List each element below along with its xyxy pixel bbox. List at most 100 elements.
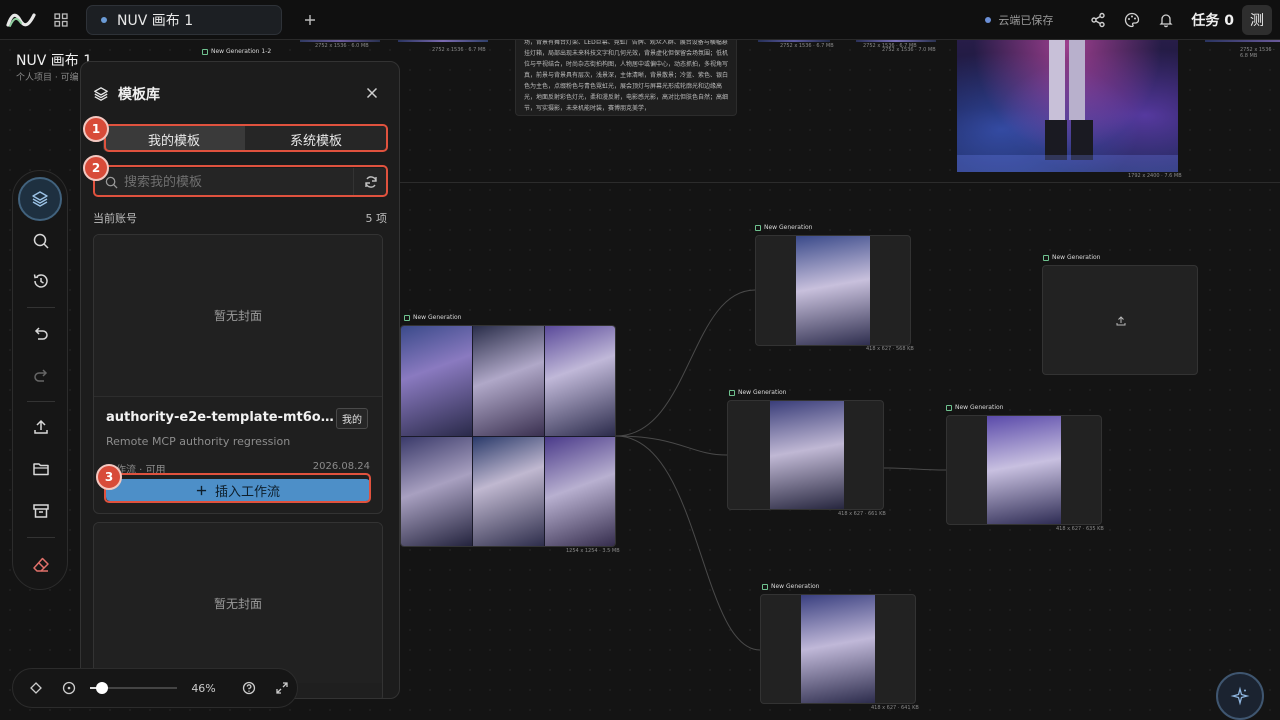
connection-line [883, 467, 947, 471]
template-date: 2026.08.24 [312, 461, 370, 472]
node-label: New Generation [1043, 254, 1100, 261]
empty-upload-node[interactable] [1042, 265, 1198, 375]
layers-icon [94, 87, 108, 101]
template-search-input[interactable] [118, 174, 353, 190]
apps-grid-button[interactable] [48, 7, 74, 33]
upload-tool-button[interactable] [19, 409, 63, 445]
undo-button[interactable] [19, 315, 63, 351]
template-cover-placeholder: 暂无封面 [94, 523, 382, 683]
image-grid-node[interactable] [400, 325, 616, 547]
redo-button[interactable] [19, 357, 63, 393]
folder-icon [33, 463, 49, 476]
template-search-box [95, 168, 387, 196]
node-label: New Generation [755, 224, 812, 231]
generated-image[interactable] [801, 595, 875, 703]
top-bar: NUV 画布 1 云端已保存 任务 0 测 [0, 0, 1280, 40]
tab-my-templates[interactable]: 我的模板 [103, 126, 245, 152]
grid-image[interactable] [401, 437, 472, 546]
image-node-icon [729, 389, 735, 396]
image-node-icon [404, 314, 410, 321]
ai-assistant-button[interactable] [1216, 672, 1264, 720]
template-title: authority-e2e-template-mt6o... [106, 410, 334, 425]
diamond-icon [29, 682, 42, 694]
save-status-dot [985, 16, 992, 23]
panel-header: 模板库 [93, 84, 160, 104]
fit-view-button[interactable] [21, 673, 50, 703]
tab-canvas[interactable]: NUV 画布 1 [86, 4, 282, 35]
annotation-marker-3: 3 [96, 464, 122, 490]
node-label: New Generation [729, 389, 786, 396]
toolbar-divider [27, 307, 55, 308]
refresh-templates-button[interactable] [353, 168, 387, 196]
annotation-marker-1: 1 [83, 116, 109, 142]
template-count: 5 项 [365, 212, 388, 225]
node-label: New Generation [404, 314, 461, 321]
image-node-icon [1043, 254, 1049, 261]
generated-image[interactable] [796, 236, 870, 345]
panel-title: 模板库 [118, 87, 160, 103]
image-node[interactable] [946, 415, 1102, 525]
template-description: Remote MCP authority regression [106, 435, 291, 448]
tab-system-templates[interactable]: 系统模板 [245, 126, 387, 152]
image-node[interactable] [760, 594, 916, 704]
help-button[interactable] [234, 673, 263, 703]
search-tool-button[interactable] [19, 223, 63, 259]
plus-icon [305, 14, 315, 25]
bell-icon [1159, 13, 1173, 27]
add-tab-button[interactable] [298, 8, 322, 32]
account-label: 当前账号 [93, 212, 137, 225]
target-icon [62, 681, 76, 695]
notifications-button[interactable] [1149, 3, 1183, 37]
share-button[interactable] [1081, 3, 1115, 37]
left-toolbar [12, 170, 68, 590]
grid-image[interactable] [401, 326, 472, 436]
image-node-icon [755, 224, 761, 231]
template-type-tabs: 我的模板 系统模板 [103, 126, 387, 152]
templates-tool-button[interactable] [18, 177, 62, 221]
layers-icon [32, 191, 48, 207]
zoom-slider-thumb[interactable] [95, 682, 108, 694]
toolbar-divider [27, 401, 55, 402]
refresh-icon [364, 176, 377, 188]
template-card[interactable]: 暂无封面 authority-e2e-template-mt6o... 我的 R… [93, 234, 383, 514]
archive-button[interactable] [19, 493, 63, 529]
plus-icon [196, 485, 207, 495]
generated-image[interactable] [987, 416, 1061, 524]
center-view-button[interactable] [54, 673, 83, 703]
archive-icon [33, 504, 49, 518]
app-logo[interactable] [4, 0, 38, 40]
close-icon [366, 87, 378, 99]
image-node[interactable] [755, 235, 911, 346]
image-node[interactable] [727, 400, 884, 510]
image-node-icon [946, 404, 952, 411]
save-status: 云端已保存 [985, 12, 1053, 28]
theme-button[interactable] [1115, 3, 1149, 37]
share-icon [1091, 12, 1106, 27]
undo-icon [34, 327, 48, 340]
user-avatar[interactable]: 测 [1242, 4, 1272, 35]
owner-badge: 我的 [336, 408, 368, 429]
image-node-icon [762, 583, 768, 590]
grid-image[interactable] [545, 326, 615, 436]
close-panel-button[interactable] [361, 82, 383, 104]
zoom-slider[interactable] [89, 682, 178, 694]
annotation-marker-2: 2 [83, 155, 109, 181]
palette-icon [1125, 12, 1140, 27]
expand-icon [276, 682, 289, 694]
eraser-button[interactable] [19, 547, 63, 583]
grid-icon [54, 12, 68, 27]
zoom-bar: 46% [12, 668, 298, 708]
zoom-level: 46% [191, 681, 216, 695]
upload-icon[interactable] [1115, 315, 1127, 327]
tab-status-dot [101, 16, 107, 23]
history-tool-button[interactable] [19, 263, 63, 299]
insert-workflow-button[interactable]: 插入工作流 [106, 479, 370, 501]
open-folder-button[interactable] [19, 451, 63, 487]
fullscreen-button[interactable] [268, 673, 297, 703]
grid-image[interactable] [545, 437, 615, 546]
generated-image[interactable] [770, 401, 844, 509]
tasks-counter[interactable]: 任务 0 [1191, 10, 1234, 30]
grid-image[interactable] [473, 326, 544, 436]
grid-image[interactable] [473, 437, 544, 546]
search-icon [33, 233, 49, 249]
